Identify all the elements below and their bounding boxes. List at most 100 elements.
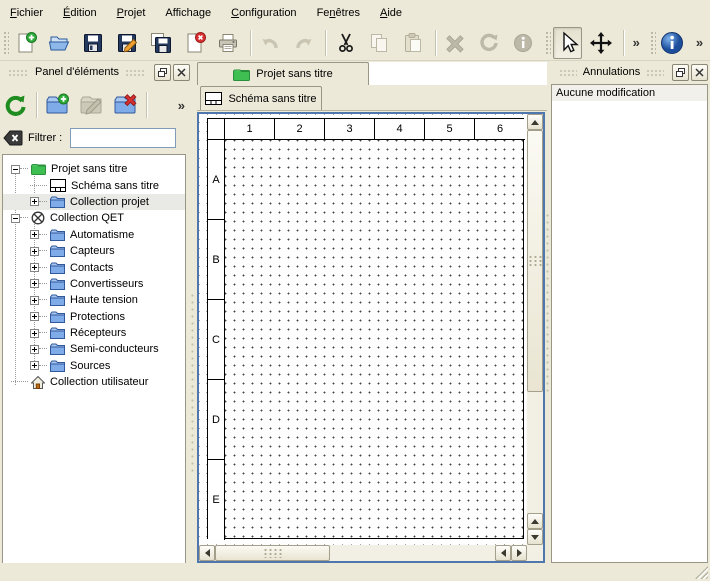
tree-item-label: Capteurs (70, 245, 115, 257)
tree-item-capteurs[interactable]: Capteurs (3, 243, 185, 259)
toolbar-drag-handle[interactable] (2, 30, 9, 56)
panel-toolbar-overflow-chevron[interactable]: » (174, 98, 189, 113)
info-button[interactable] (508, 27, 537, 59)
tree-item-haute-tension[interactable]: Haute tension (3, 292, 185, 308)
right-splitter[interactable] (543, 62, 551, 581)
dock-float-button[interactable] (154, 64, 171, 81)
scroll-right-button[interactable] (511, 545, 527, 561)
delete-category-button[interactable] (110, 90, 140, 120)
menu-configuration[interactable]: Configuration (221, 3, 306, 23)
schema-canvas[interactable]: 123456 ABCDE (199, 114, 527, 545)
delete-button[interactable] (441, 27, 470, 59)
scroll-down-button[interactable] (527, 529, 543, 545)
menu-edition[interactable]: Édition (53, 3, 107, 23)
reload-collections-button[interactable] (0, 90, 30, 120)
tree-item-projet-sans-titre[interactable]: Projet sans titre (3, 161, 185, 177)
scroll-up-button-2[interactable] (527, 513, 543, 529)
tree-item-collection-projet[interactable]: Collection projet (3, 194, 185, 210)
expand-toggle[interactable] (30, 361, 39, 370)
info-blue-button[interactable] (658, 27, 687, 59)
grid-column-5: 5 (425, 119, 475, 140)
elements-panel-toolbar: » (0, 86, 192, 124)
annulations-panel-header[interactable]: Annulations (551, 62, 710, 82)
print-button[interactable] (214, 27, 243, 59)
scroll-left-button-2[interactable] (495, 545, 511, 561)
tree-item-automatisme[interactable]: Automatisme (3, 227, 185, 243)
undo-button[interactable] (256, 27, 285, 59)
horizontal-scroll-thumb[interactable] (215, 545, 330, 561)
selection-tool-button[interactable] (553, 27, 582, 59)
dock-texture (125, 69, 146, 76)
expand-toggle[interactable] (30, 312, 39, 321)
close-document-button[interactable] (180, 27, 209, 59)
main-toolbar: » » (0, 25, 710, 61)
horizontal-scrollbar[interactable] (199, 545, 527, 561)
vertical-scroll-thumb[interactable] (527, 130, 543, 392)
menu-affichage[interactable]: Affichage (155, 3, 221, 23)
tree-item-recepteurs[interactable]: Récepteurs (3, 325, 185, 341)
menu-aide[interactable]: Aide (370, 3, 412, 23)
tab-schema[interactable]: Schéma sans titre (200, 86, 322, 110)
tree-item-sources[interactable]: Sources (3, 358, 185, 374)
tree-item-label: Convertisseurs (70, 278, 143, 290)
new-document-button[interactable] (11, 27, 40, 59)
toolbar-overflow-chevron[interactable]: » (629, 35, 644, 50)
expand-toggle[interactable] (30, 247, 39, 256)
elements-panel-header[interactable]: Panel d'éléments (0, 62, 192, 82)
toolbar-overflow-chevron[interactable]: » (692, 35, 707, 50)
expand-toggle[interactable] (30, 345, 39, 354)
expand-toggle[interactable] (30, 296, 39, 305)
tree-item-protections[interactable]: Protections (3, 309, 185, 325)
grid-column-6: 6 (475, 119, 525, 140)
vertical-scrollbar[interactable] (527, 114, 543, 545)
copy-button[interactable] (365, 27, 394, 59)
tree-item-semi-conducteurs[interactable]: Semi-conducteurs (3, 341, 185, 357)
collapse-toggle[interactable] (11, 214, 20, 223)
collapse-toggle[interactable] (11, 165, 20, 174)
scrollbar-corner (527, 545, 543, 561)
clear-filter-button[interactable] (2, 128, 24, 148)
tab-project[interactable]: Projet sans titre (197, 62, 369, 85)
save-icon (81, 31, 105, 55)
move-tool-button[interactable] (587, 27, 616, 59)
tree-item-collection-utilisateur[interactable]: Collection utilisateur (3, 374, 185, 390)
home-icon (31, 376, 45, 389)
menu-fenetres[interactable]: Fenêtres (307, 3, 370, 23)
menu-projet[interactable]: Projet (107, 3, 156, 23)
schema-icon (50, 179, 66, 192)
scroll-left-button[interactable] (199, 545, 215, 561)
undo-history-list[interactable]: Aucune modification (551, 84, 708, 563)
expand-toggle[interactable] (30, 230, 39, 239)
toolbar-drag-handle[interactable] (649, 30, 656, 56)
expand-toggle[interactable] (30, 329, 39, 338)
new-category-button[interactable] (42, 90, 72, 120)
tree-item-schema-sans-titre[interactable]: Schéma sans titre (3, 177, 185, 193)
expand-toggle[interactable] (30, 263, 39, 272)
new-document-icon (14, 31, 38, 55)
toolbar-drag-handle[interactable] (544, 30, 551, 56)
tree-item-label: Semi-conducteurs (70, 343, 159, 355)
redo-button[interactable] (290, 27, 319, 59)
menu-fichier[interactable]: Fichier (0, 3, 53, 23)
save-as-button[interactable] (113, 27, 142, 59)
menu-bar: FichierÉditionProjetAffichageConfigurati… (0, 0, 710, 25)
expand-toggle[interactable] (30, 279, 39, 288)
tree-item-convertisseurs[interactable]: Convertisseurs (3, 276, 185, 292)
paste-button[interactable] (399, 27, 428, 59)
tree-item-label: Collection utilisateur (50, 376, 148, 388)
cut-button[interactable] (331, 27, 360, 59)
filter-input[interactable] (70, 128, 176, 148)
save-all-button[interactable] (146, 27, 175, 59)
left-splitter[interactable] (188, 62, 197, 581)
window-resize-grip[interactable] (695, 566, 708, 579)
expand-toggle[interactable] (30, 197, 39, 206)
tree-item-contacts[interactable]: Contacts (3, 259, 185, 275)
open-document-button[interactable] (45, 27, 74, 59)
scroll-up-button[interactable] (527, 114, 543, 130)
save-button[interactable] (79, 27, 108, 59)
dock-close-button[interactable] (691, 64, 708, 81)
tree-item-collection-qet[interactable]: Collection QET (3, 210, 185, 226)
edit-category-button[interactable] (76, 90, 106, 120)
dock-float-button[interactable] (672, 64, 689, 81)
rotate-button[interactable] (474, 27, 503, 59)
